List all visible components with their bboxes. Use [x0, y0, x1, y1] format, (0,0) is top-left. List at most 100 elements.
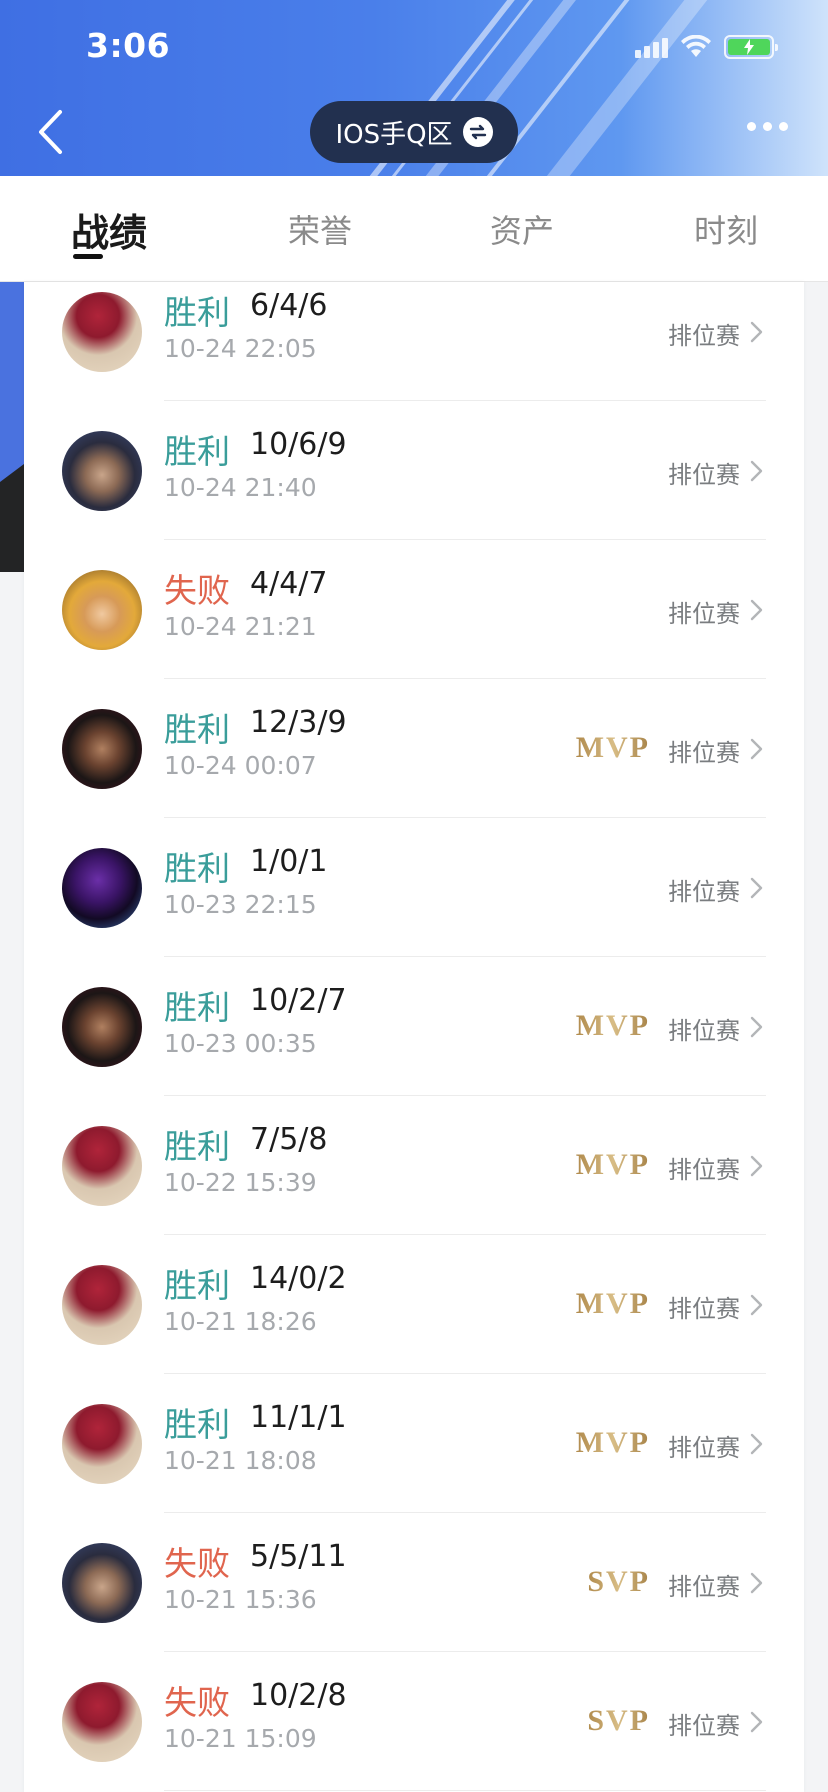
match-time: 10-24 22:05: [164, 334, 317, 363]
match-result: 胜利: [164, 710, 230, 749]
chevron-right-icon: [750, 1433, 763, 1455]
match-time: 10-21 18:26: [164, 1307, 317, 1336]
background-decoration: [0, 282, 24, 494]
match-kda: 10/2/7: [250, 983, 347, 1018]
switch-arrows-icon: [462, 117, 493, 147]
chevron-right-icon: [750, 877, 763, 899]
svp-badge: SVP: [587, 1704, 650, 1737]
match-kda: 10/2/8: [250, 1678, 347, 1713]
match-row[interactable]: 胜利 10/6/9 10-24 21:40 排位赛: [24, 401, 804, 540]
match-row[interactable]: 胜利 10/2/7 10-23 00:35 MVP 排位赛: [24, 957, 804, 1096]
tab-honor[interactable]: 荣誉: [260, 206, 380, 252]
hero-golden-hair-avatar: [62, 570, 142, 650]
tab-record[interactable]: 战绩: [49, 202, 169, 257]
chevron-right-icon: [750, 1572, 763, 1594]
match-row[interactable]: 胜利 6/4/6 10-24 22:05 排位赛: [24, 262, 804, 401]
server-label: IOS手Q区: [335, 119, 453, 150]
match-mode: 排位赛: [668, 1017, 740, 1045]
hero-purple-hooded-avatar: [62, 848, 142, 928]
match-result: 胜利: [164, 849, 230, 888]
match-time: 10-21 15:36: [164, 1585, 317, 1614]
match-kda: 14/0/2: [250, 1261, 347, 1296]
chevron-right-icon: [750, 1294, 763, 1316]
match-row[interactable]: 失败 10/2/8 10-21 15:09 SVP 排位赛: [24, 1652, 804, 1791]
active-tab-indicator: [73, 254, 103, 259]
match-result: 胜利: [164, 988, 230, 1027]
match-result: 失败: [164, 571, 230, 610]
match-result: 胜利: [164, 1266, 230, 1305]
mvp-badge: MVP: [575, 1009, 650, 1042]
mvp-badge: MVP: [575, 731, 650, 764]
match-time: 10-22 15:39: [164, 1168, 317, 1197]
match-kda: 6/4/6: [250, 288, 328, 323]
match-kda: 10/6/9: [250, 427, 347, 462]
match-result: 胜利: [164, 1405, 230, 1444]
match-row[interactable]: 胜利 7/5/8 10-22 15:39 MVP 排位赛: [24, 1096, 804, 1235]
match-result: 胜利: [164, 432, 230, 471]
match-time: 10-21 18:08: [164, 1446, 317, 1475]
match-kda: 5/5/11: [250, 1539, 347, 1574]
tab-assets[interactable]: 资产: [462, 206, 582, 252]
match-result: 失败: [164, 1683, 230, 1722]
match-mode: 排位赛: [668, 1573, 740, 1601]
match-time: 10-21 15:09: [164, 1724, 317, 1753]
hero-bearded-man-avatar: [62, 987, 142, 1067]
match-row[interactable]: 失败 4/4/7 10-24 21:21 排位赛: [24, 540, 804, 679]
match-kda: 1/0/1: [250, 844, 328, 879]
match-time: 10-24 21:21: [164, 612, 317, 641]
battery-charging-icon: [724, 35, 778, 59]
match-kda: 4/4/7: [250, 566, 328, 601]
hero-red-hair-avatar: [62, 1682, 142, 1762]
chevron-right-icon: [750, 321, 763, 343]
match-time: 10-24 21:40: [164, 473, 317, 502]
match-mode: 排位赛: [668, 739, 740, 767]
back-button[interactable]: [28, 106, 72, 158]
hero-red-hair-avatar: [62, 292, 142, 372]
match-row[interactable]: 胜利 12/3/9 10-24 00:07 MVP 排位赛: [24, 679, 804, 818]
match-row[interactable]: 胜利 1/0/1 10-23 22:15 排位赛: [24, 818, 804, 957]
status-icons: [635, 34, 778, 60]
match-mode: 排位赛: [668, 1156, 740, 1184]
hero-bearded-man-avatar: [62, 709, 142, 789]
mvp-badge: MVP: [575, 1426, 650, 1459]
background-decoration: [0, 464, 24, 572]
hero-red-hair-avatar: [62, 1404, 142, 1484]
svp-badge: SVP: [587, 1565, 650, 1598]
more-options-icon[interactable]: [747, 122, 788, 131]
chevron-right-icon: [750, 1711, 763, 1733]
mvp-badge: MVP: [575, 1148, 650, 1181]
match-mode: 排位赛: [668, 1712, 740, 1740]
match-kda: 12/3/9: [250, 705, 347, 740]
chevron-right-icon: [750, 1016, 763, 1038]
match-row[interactable]: 胜利 14/0/2 10-21 18:26 MVP 排位赛: [24, 1235, 804, 1374]
match-mode: 排位赛: [668, 1434, 740, 1462]
status-time: 3:06: [86, 26, 171, 65]
cellular-signal-icon: [635, 36, 668, 58]
match-mode: 排位赛: [668, 1295, 740, 1323]
tab-moments[interactable]: 时刻: [666, 206, 786, 252]
wifi-icon: [681, 35, 711, 57]
row-divider: [164, 1790, 766, 1791]
match-mode: 排位赛: [668, 461, 740, 489]
match-mode: 排位赛: [668, 322, 740, 350]
match-row[interactable]: 失败 5/5/11 10-21 15:36 SVP 排位赛: [24, 1513, 804, 1652]
chevron-right-icon: [750, 1155, 763, 1177]
hero-red-hair-avatar: [62, 1265, 142, 1345]
match-kda: 11/1/1: [250, 1400, 347, 1435]
hero-dark-hair-swordsman-avatar: [62, 1543, 142, 1623]
match-mode: 排位赛: [668, 878, 740, 906]
match-time: 10-23 22:15: [164, 890, 317, 919]
match-row[interactable]: 胜利 11/1/1 10-21 18:08 MVP 排位赛: [24, 1374, 804, 1513]
match-time: 10-24 00:07: [164, 751, 317, 780]
chevron-right-icon: [750, 738, 763, 760]
match-mode: 排位赛: [668, 600, 740, 628]
match-kda: 7/5/8: [250, 1122, 328, 1157]
match-list: 胜利 6/4/6 10-24 22:05 排位赛 胜利 10/6/9 10-24…: [24, 282, 804, 1792]
match-result: 失败: [164, 1544, 230, 1583]
hero-dark-hair-swordsman-avatar: [62, 431, 142, 511]
chevron-right-icon: [750, 460, 763, 482]
hero-red-hair-avatar: [62, 1126, 142, 1206]
server-switch-button[interactable]: IOS手Q区: [310, 101, 518, 163]
match-result: 胜利: [164, 293, 230, 332]
mvp-badge: MVP: [575, 1287, 650, 1320]
